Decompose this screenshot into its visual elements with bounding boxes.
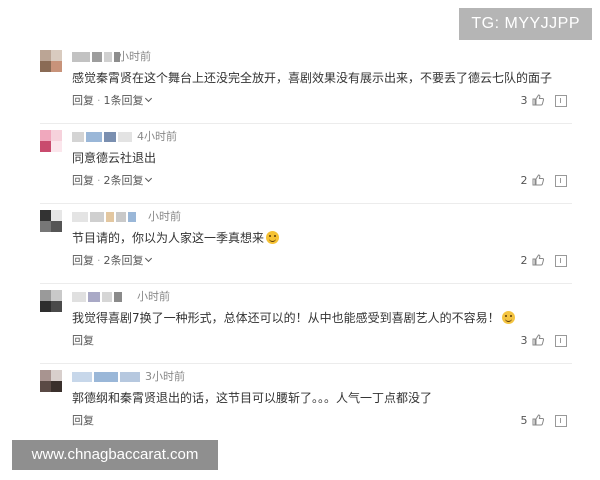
reply-button[interactable]: 回复 [72,254,94,267]
report-icon[interactable] [555,335,567,347]
comment-actions: 回复 [72,334,94,348]
comment-time: 小时前 [118,50,151,63]
comment-text: 感觉秦霄贤在这个舞台上还没完全放开，喜剧效果没有展示出来，不要丢了德云七队的面子 [72,71,553,85]
like-button[interactable]: 2 [520,174,544,188]
like-button[interactable]: 3 [520,94,544,108]
avatar[interactable] [40,50,62,72]
comment-actions: 回复 [72,414,94,428]
chevron-down-icon [144,254,152,263]
laughing-emoji-icon [266,231,280,244]
report-icon[interactable] [555,95,567,107]
thumbs-up-icon [532,414,544,426]
like-button[interactable]: 3 [520,334,544,348]
reply-button[interactable]: 回复 [72,334,94,347]
report-icon[interactable] [555,255,567,267]
smiling-emoji-icon [501,311,515,324]
comment-time: 4小时前 [137,130,177,143]
view-replies-button[interactable]: 2条回复 [104,174,152,187]
like-count: 2 [520,254,528,267]
view-replies-button[interactable]: 1条回复 [104,94,152,107]
comment-item: 小时前 感觉秦霄贤在这个舞台上还没完全放开，喜剧效果没有展示出来，不要丢了德云七… [0,50,600,128]
comment-text: 郭德纲和秦霄贤退出的话，这节目可以腰斩了。。。人气一丁点都没了 [72,391,433,405]
like-count: 3 [520,334,528,347]
like-button[interactable]: 5 [520,414,544,428]
comment-text: 同意德云社退出 [72,151,157,165]
like-count: 2 [520,174,528,187]
comment-actions: 回复 · 2条回复 [72,254,152,268]
comment-actions: 回复 · 1条回复 [72,94,152,108]
reply-button[interactable]: 回复 [72,414,94,427]
report-icon[interactable] [555,175,567,187]
thumbs-up-icon [532,334,544,346]
avatar[interactable] [40,130,62,152]
comment-item: 小时前 节目请的，你以为人家这一季真想来 回复 · 2条回复 2 [0,210,600,288]
comment-item: 4小时前 同意德云社退出 回复 · 2条回复 2 [0,130,600,208]
avatar[interactable] [40,210,62,232]
avatar[interactable] [40,370,62,392]
like-button[interactable]: 2 [520,254,544,268]
comment-time: 小时前 [137,290,170,303]
reply-button[interactable]: 回复 [72,94,94,107]
site-watermark: www.chnagbaccarat.com [12,440,218,470]
comment-item: 小时前 我觉得喜剧7换了一种形式，总体还可以的！从中也能感受到喜剧艺人的不容易！… [0,290,600,368]
comment-text: 我觉得喜剧7换了一种形式，总体还可以的！从中也能感受到喜剧艺人的不容易！ [72,310,515,326]
view-replies-button[interactable]: 2条回复 [104,254,152,267]
comment-text: 节目请的，你以为人家这一季真想来 [72,230,280,246]
chevron-down-icon [144,94,152,103]
comment-actions: 回复 · 2条回复 [72,174,152,188]
report-icon[interactable] [555,415,567,427]
thumbs-up-icon [532,174,544,186]
comment-time: 3小时前 [145,370,185,383]
comment-time: 小时前 [148,210,181,223]
avatar[interactable] [40,290,62,312]
thumbs-up-icon [532,254,544,266]
telegram-watermark: TG: MYYJJPP [459,8,592,40]
thumbs-up-icon [532,94,544,106]
like-count: 5 [520,414,528,427]
like-count: 3 [520,94,528,107]
chevron-down-icon [144,174,152,183]
reply-button[interactable]: 回复 [72,174,94,187]
comment-item: 3小时前 郭德纲和秦霄贤退出的话，这节目可以腰斩了。。。人气一丁点都没了 回复 … [0,370,600,448]
